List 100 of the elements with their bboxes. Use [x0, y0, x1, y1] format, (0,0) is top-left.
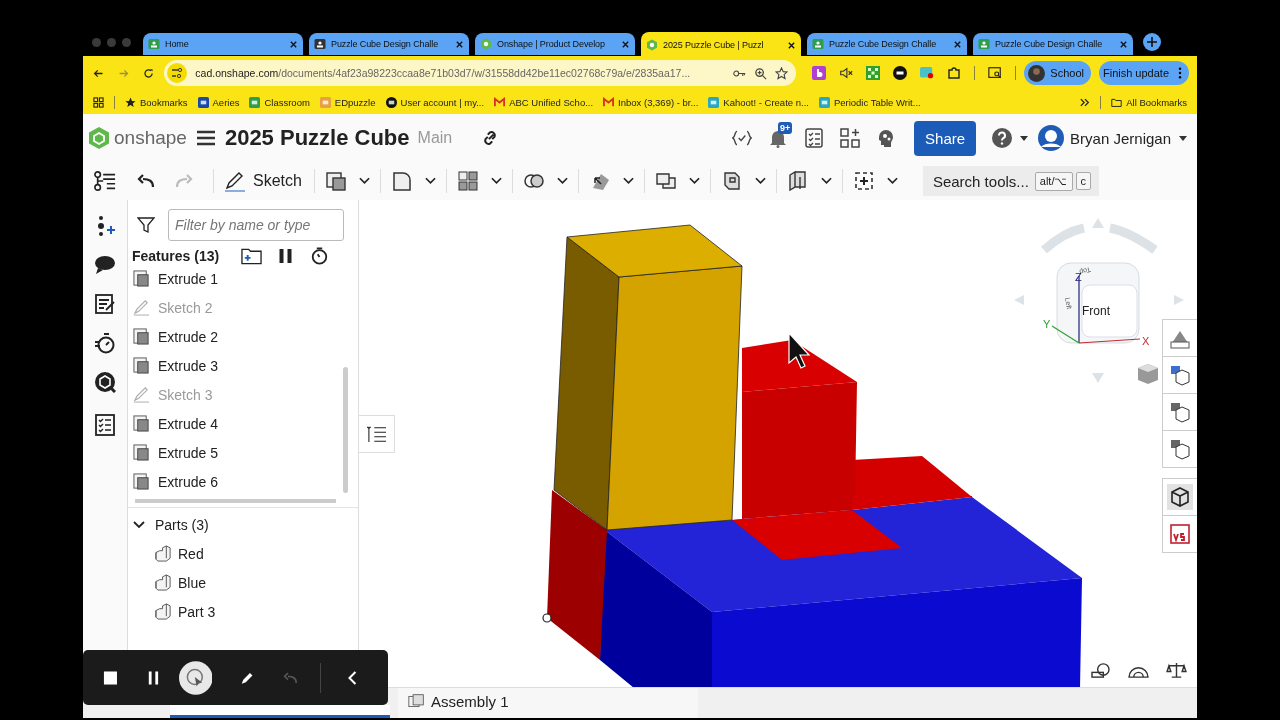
- feature-item[interactable]: Extrude 3: [133, 351, 343, 380]
- chevron-down-icon[interactable]: [556, 177, 568, 185]
- zoom-icon[interactable]: [754, 66, 768, 80]
- tab-search-icon[interactable]: [988, 66, 1003, 80]
- variable-check-icon[interactable]: [732, 128, 753, 148]
- chevron-right-icon[interactable]: [1080, 97, 1091, 107]
- grid-function-button[interactable]: [1162, 430, 1197, 468]
- browser-tab[interactable]: Onshape | Product Develop: [475, 33, 635, 55]
- chevron-down-icon[interactable]: [358, 177, 370, 185]
- parts-heading[interactable]: Parts (3): [128, 510, 358, 539]
- site-settings-icon[interactable]: [167, 63, 188, 83]
- document-tab[interactable]: Assembly 1: [398, 688, 698, 718]
- bookmark[interactable]: User account | my...: [385, 96, 485, 108]
- checklist-icon[interactable]: [94, 414, 116, 436]
- bookmark[interactable]: Classroom: [249, 96, 310, 108]
- pillar-block-drawing[interactable]: [553, 224, 743, 531]
- browser-tab[interactable]: Home: [143, 33, 303, 55]
- feature-tree-icon[interactable]: [94, 170, 116, 192]
- add-apps-icon[interactable]: [840, 128, 861, 148]
- share-button[interactable]: Share: [914, 120, 977, 156]
- add-folder-icon[interactable]: [241, 247, 263, 265]
- chevron-down-icon[interactable]: [424, 177, 436, 185]
- address-bar[interactable]: cad.onshape.com/documents/4af23a98223ccaa8e71b03d7/w/31558dd42be11ec02768c79a/e/2835aa17...: [164, 60, 797, 86]
- user-name[interactable]: Bryan Jernigan: [1070, 129, 1171, 147]
- filter-icon[interactable]: [137, 216, 155, 234]
- chevron-down-icon[interactable]: [820, 177, 832, 185]
- bookmark[interactable]: Kahoot! - Create n...: [708, 96, 809, 108]
- chevron-down-icon[interactable]: [622, 177, 634, 185]
- plane-tool-icon[interactable]: [654, 170, 677, 192]
- bookmark[interactable]: All Bookmarks: [1111, 96, 1187, 108]
- caret-icon[interactable]: [1020, 135, 1029, 141]
- part-item[interactable]: Part 3: [128, 597, 358, 626]
- profile-button[interactable]: School: [1024, 61, 1091, 85]
- part-item[interactable]: Red: [128, 539, 358, 568]
- step-block-drawing[interactable]: [742, 340, 972, 497]
- new-tab-icon[interactable]: [1143, 33, 1161, 51]
- mate-tool-icon[interactable]: [852, 170, 875, 192]
- appearance-button[interactable]: [1162, 319, 1197, 357]
- fillet-tool-icon[interactable]: [390, 170, 413, 192]
- feature-item[interactable]: Extrude 2: [133, 322, 343, 351]
- document-tab[interactable]: [170, 705, 390, 718]
- undo-icon[interactable]: [137, 173, 155, 189]
- sketch-button[interactable]: Sketch: [224, 170, 314, 192]
- tape-measure-icon[interactable]: [1090, 662, 1111, 679]
- browser-tab[interactable]: Puzzle Cube Design Challe: [309, 33, 469, 55]
- bookmark[interactable]: Bookmarks: [125, 96, 188, 108]
- notes-icon[interactable]: [94, 293, 116, 315]
- avatar-icon[interactable]: [1038, 125, 1065, 151]
- chevron-down-icon[interactable]: [886, 177, 898, 185]
- pattern-tool-icon[interactable]: [456, 170, 479, 192]
- star-icon[interactable]: [775, 66, 789, 80]
- filter-field[interactable]: Filter by name or type: [168, 209, 344, 241]
- bookmark[interactable]: EDpuzzle: [319, 96, 376, 108]
- wireframe-button[interactable]: [1162, 478, 1197, 516]
- chevron-down-icon[interactable]: [754, 177, 766, 185]
- apps-icon[interactable]: [93, 96, 104, 108]
- part-item[interactable]: Blue: [128, 568, 358, 597]
- bookmark[interactable]: Periodic Table Writ...: [818, 96, 921, 108]
- close-icon[interactable]: [953, 39, 962, 49]
- scrollbar[interactable]: [343, 367, 348, 493]
- help-icon[interactable]: [992, 128, 1013, 148]
- extension-icon[interactable]: [893, 66, 908, 80]
- chevron-down-icon[interactable]: [688, 177, 700, 185]
- corner-block-drawing[interactable]: [547, 490, 607, 660]
- browser-tab[interactable]: Puzzle Cube Design Challe: [973, 33, 1133, 55]
- chevron-down-icon[interactable]: [490, 177, 502, 185]
- browser-tab[interactable]: Puzzle Cube Design Challe: [807, 33, 967, 55]
- feature-item[interactable]: Extrude 6: [133, 467, 343, 496]
- search-tools-field[interactable]: Search tools... alt/⌥ c: [922, 166, 1099, 196]
- stopwatch-icon[interactable]: [94, 332, 116, 354]
- feature-item[interactable]: Extrude 4: [133, 409, 343, 438]
- checklist-icon[interactable]: [804, 128, 825, 148]
- browser-tab[interactable]: 2025 Puzzle Cube | Puzzl: [641, 32, 801, 58]
- search-icon[interactable]: [94, 371, 116, 393]
- vex-button[interactable]: [1162, 515, 1197, 553]
- comment-icon[interactable]: [94, 254, 116, 276]
- shaded-cube-icon[interactable]: [1138, 364, 1158, 384]
- feature-item[interactable]: Extrude 5: [133, 438, 343, 467]
- stop-icon[interactable]: [103, 669, 118, 686]
- chevron-down-icon[interactable]: [133, 520, 145, 529]
- document-title[interactable]: 2025 Puzzle Cube: [224, 125, 410, 151]
- reload-icon[interactable]: [143, 66, 155, 80]
- pointer-highlight-icon[interactable]: [178, 659, 213, 696]
- bookmark[interactable]: Inbox (3,369) - br...: [603, 96, 699, 108]
- close-icon[interactable]: [1119, 39, 1128, 49]
- bookmark[interactable]: ABC Unified Scho...: [494, 96, 594, 108]
- panel-toggle-button[interactable]: [359, 415, 395, 453]
- muted-speaker-icon[interactable]: [839, 66, 854, 80]
- close-icon[interactable]: [787, 40, 796, 50]
- close-icon[interactable]: [289, 39, 298, 49]
- close-icon[interactable]: [455, 39, 464, 49]
- extrude-tool-icon[interactable]: [324, 170, 347, 192]
- sheet-tool-icon[interactable]: [786, 170, 809, 192]
- close-icon[interactable]: [621, 39, 630, 49]
- menu-icon[interactable]: [196, 130, 215, 146]
- update-button[interactable]: Finish update: [1098, 61, 1189, 85]
- grid-icon[interactable]: [866, 66, 881, 80]
- feature-item[interactable]: Extrude 1: [133, 267, 343, 293]
- puzzle-piece-icon[interactable]: [947, 66, 962, 80]
- scale-icon[interactable]: [1166, 662, 1187, 679]
